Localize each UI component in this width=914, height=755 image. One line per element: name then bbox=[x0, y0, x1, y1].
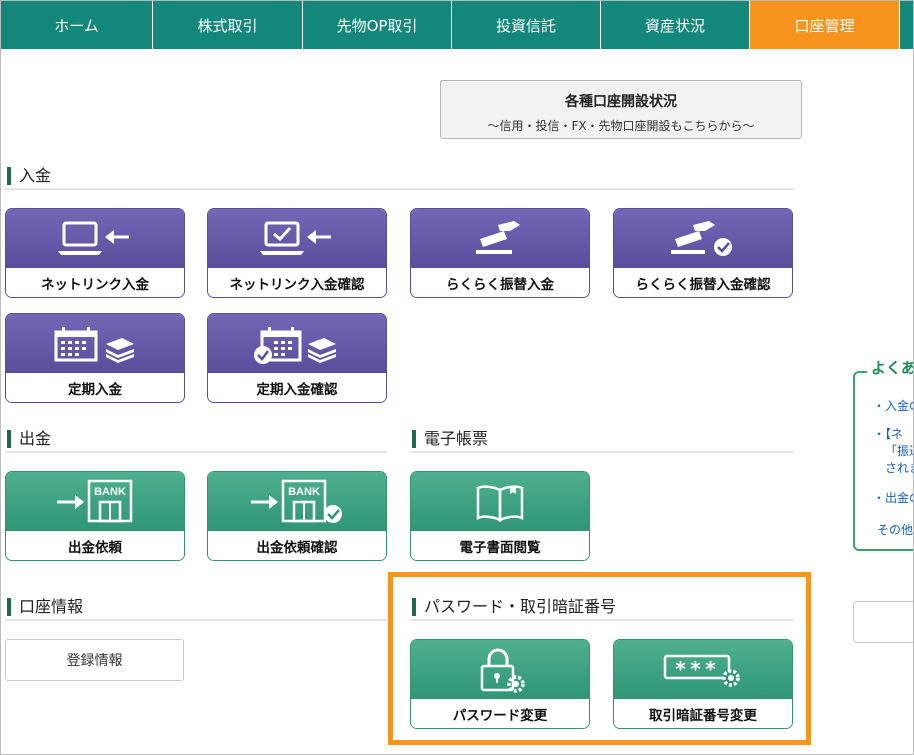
account-opening-status-button[interactable]: 各種口座開設状況 〜信用・投信・FX・先物口座開設もこちらから〜 bbox=[440, 80, 802, 139]
section-title: 口座情報 bbox=[19, 597, 84, 616]
tile-label: 出金依頼 bbox=[6, 531, 184, 560]
calendar-coins-icon bbox=[6, 314, 184, 373]
tile-label: ネットリンク入金確認 bbox=[208, 268, 386, 297]
faq-link[interactable]: ・入金の bbox=[873, 397, 913, 414]
laptop-check-arrow-icon bbox=[208, 209, 386, 268]
tile-label: らくらく振替入金確認 bbox=[614, 268, 792, 297]
tile-label: 電子書面閲覧 bbox=[411, 531, 589, 560]
withdrawal-request-confirm-tile[interactable]: BANK 出金依頼確認 bbox=[207, 471, 387, 561]
calendar-coins-check-icon bbox=[208, 314, 386, 373]
tile-label: 定期入金確認 bbox=[208, 373, 386, 402]
section-e-documents: 電子帳票 bbox=[410, 429, 793, 453]
side-button[interactable] bbox=[853, 601, 913, 643]
section-withdrawal: 出金 bbox=[5, 429, 387, 453]
scheduled-deposit-confirm-tile[interactable]: 定期入金確認 bbox=[207, 313, 387, 403]
account-management-page: ホーム 株式取引 先物OP取引 投資信託 資産状況 口座管理 各種口座開設状況 … bbox=[0, 0, 914, 755]
tile-label: 出金依頼確認 bbox=[208, 531, 386, 560]
status-button-title: 各種口座開設状況 bbox=[565, 94, 677, 110]
scheduled-deposit-tile[interactable]: 定期入金 bbox=[5, 313, 185, 403]
bank-sign-text: BANK bbox=[94, 486, 126, 498]
netlink-deposit-confirm-tile[interactable]: ネットリンク入金確認 bbox=[207, 208, 387, 298]
main-nav: ホーム 株式取引 先物OP取引 投資信託 資産状況 口座管理 bbox=[1, 1, 913, 49]
section-deposit: 入金 bbox=[5, 166, 793, 190]
faq-link[interactable]: されま bbox=[885, 459, 913, 476]
nav-account-management[interactable]: 口座管理 bbox=[750, 1, 900, 49]
easy-transfer-deposit-tile[interactable]: らくらく振替入金 bbox=[410, 208, 590, 298]
laptop-arrow-icon bbox=[6, 209, 184, 268]
bank-arrow-icon: BANK bbox=[6, 472, 184, 531]
nav-home[interactable]: ホーム bbox=[1, 1, 153, 49]
nav-futures-options[interactable]: 先物OP取引 bbox=[303, 1, 452, 49]
section-title: 入金 bbox=[19, 166, 52, 185]
e-document-view-tile[interactable]: 電子書面閲覧 bbox=[410, 471, 590, 561]
withdrawal-request-tile[interactable]: BANK 出金依頼 bbox=[5, 471, 185, 561]
faq-link[interactable]: その他 bbox=[877, 521, 913, 538]
card-hand-icon bbox=[411, 209, 589, 268]
registered-info-button[interactable]: 登録情報 bbox=[5, 639, 184, 681]
section-title: 電子帳票 bbox=[424, 429, 489, 448]
section-account-info: 口座情報 bbox=[5, 597, 387, 621]
status-button-subtitle: 〜信用・投信・FX・先物口座開設もこちらから〜 bbox=[487, 119, 755, 133]
faq-link[interactable]: ・【ネ bbox=[873, 425, 903, 442]
nav-investment-trusts[interactable]: 投資信託 bbox=[452, 1, 601, 49]
faq-link[interactable]: 「振込 bbox=[885, 442, 913, 459]
netlink-deposit-tile[interactable]: ネットリンク入金 bbox=[5, 208, 185, 298]
card-hand-check-icon bbox=[614, 209, 792, 268]
bank-sign-text: BANK bbox=[288, 486, 320, 498]
tile-label: らくらく振替入金 bbox=[411, 268, 589, 297]
highlight-frame bbox=[388, 572, 811, 745]
nav-asset-status[interactable]: 資産状況 bbox=[601, 1, 750, 49]
tile-label: 定期入金 bbox=[6, 373, 184, 402]
faq-link[interactable]: ・出金の bbox=[873, 489, 913, 506]
faq-title: よくあ bbox=[867, 357, 913, 378]
section-title: 出金 bbox=[19, 429, 52, 448]
easy-transfer-deposit-confirm-tile[interactable]: らくらく振替入金確認 bbox=[613, 208, 793, 298]
bank-arrow-check-icon: BANK bbox=[208, 472, 386, 531]
tile-label: ネットリンク入金 bbox=[6, 268, 184, 297]
book-icon bbox=[411, 472, 589, 531]
nav-stock-trading[interactable]: 株式取引 bbox=[153, 1, 303, 49]
